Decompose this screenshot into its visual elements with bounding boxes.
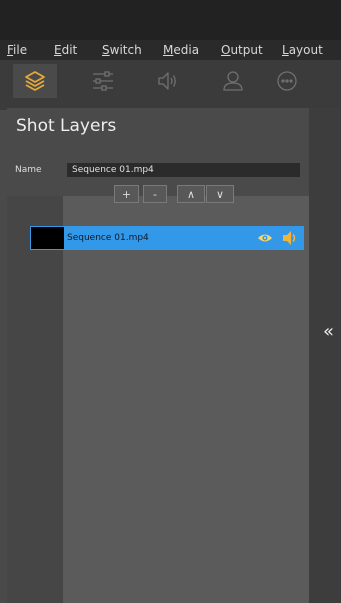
add-layer-button[interactable]: + (114, 185, 139, 203)
more-icon (277, 71, 297, 91)
more-tab-button[interactable] (265, 64, 309, 98)
collapse-panel-button[interactable]: « (323, 322, 334, 342)
menu-edit[interactable]: Edit (54, 43, 77, 57)
side-collapse-strip (309, 108, 341, 603)
sliders-icon (93, 71, 113, 91)
layers-canvas-area (63, 196, 309, 603)
layers-icon (25, 71, 45, 91)
eye-icon[interactable] (257, 232, 273, 244)
settings-tab-button[interactable] (81, 64, 125, 98)
audio-tab-button[interactable] (146, 64, 190, 98)
move-up-button[interactable]: ∧ (177, 185, 205, 203)
name-label: Name (15, 165, 42, 175)
menu-layout[interactable]: Layout (282, 43, 323, 57)
panel-left-strip (7, 196, 63, 603)
user-tab-button[interactable] (211, 64, 255, 98)
audio-speaker-icon[interactable] (281, 229, 299, 247)
layer-row[interactable]: Sequence 01.mp4 (30, 226, 304, 250)
toolbar (0, 60, 341, 110)
menu-bar: File Edit Switch Media Output Layout (0, 40, 341, 60)
move-down-button[interactable]: ∨ (206, 185, 234, 203)
user-icon (223, 71, 243, 91)
menu-output[interactable]: Output (221, 43, 263, 57)
menu-file[interactable]: File (7, 43, 27, 57)
layer-thumbnail (31, 227, 64, 249)
menu-switch[interactable]: Switch (102, 43, 142, 57)
layer-name: Sequence 01.mp4 (67, 233, 149, 243)
panel-title: Shot Layers (16, 116, 117, 136)
menu-media[interactable]: Media (163, 43, 199, 57)
speaker-icon (158, 72, 176, 90)
name-field[interactable] (67, 163, 300, 177)
remove-layer-button[interactable]: - (143, 185, 167, 203)
title-bar (0, 0, 341, 40)
layers-tab-button[interactable] (13, 64, 57, 98)
